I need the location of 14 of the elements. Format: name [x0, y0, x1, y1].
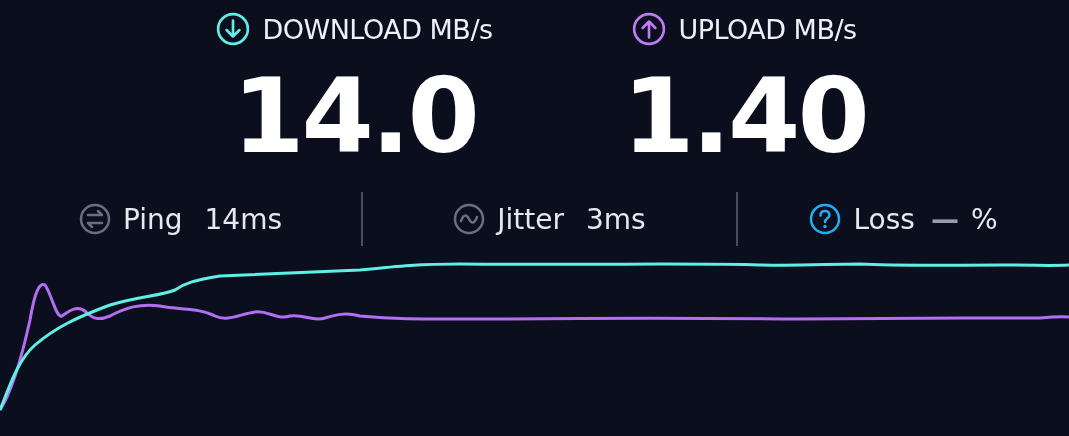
- jitter-wave-icon: [453, 203, 486, 235]
- speed-value: 1.40: [622, 64, 867, 168]
- ping-arrows-icon: [78, 203, 111, 235]
- speed-label: DOWNLOAD MB/s: [262, 13, 493, 45]
- metric-unit: %: [970, 202, 998, 236]
- metric-label: Loss: [853, 202, 915, 236]
- help-icon[interactable]: [809, 203, 842, 235]
- metric-value: —: [930, 202, 959, 236]
- speed-label: UPLOAD MB/s: [678, 13, 857, 45]
- metric-value: 14ms: [204, 202, 283, 236]
- metric-value: 3ms: [586, 202, 646, 236]
- metric-label: Ping: [122, 202, 183, 236]
- speed-value: 14.0: [232, 64, 477, 168]
- metric-label: Jitter: [497, 202, 564, 236]
